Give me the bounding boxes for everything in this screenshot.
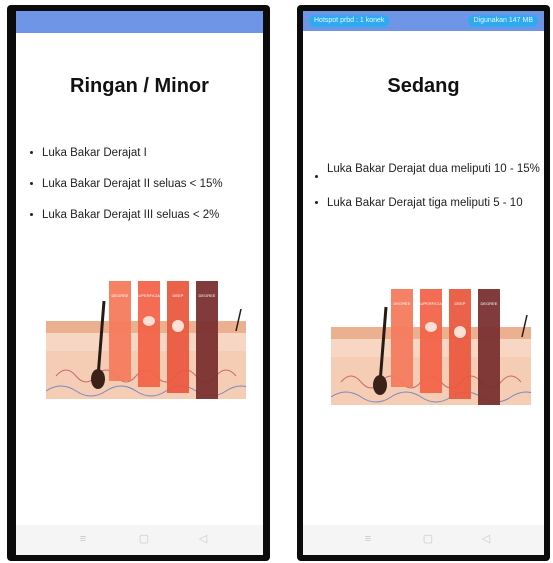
burn-degree-illustration: DEGREE SUPERFICIAL DEEP DEGREE [331,289,531,405]
navigation-bar: ≡ ▢ ◁ [16,525,263,555]
screen-left: Ringan / Minor Luka Bakar Derajat I Luka… [16,11,263,555]
back-icon[interactable]: ◁ [479,532,493,546]
svg-text:SUPERFICIAL: SUPERFICIAL [136,293,163,298]
list-item: Luka Bakar Derajat II seluas < 15% [30,177,255,191]
slide-title: Sedang [387,75,460,97]
bullet-icon [315,175,318,178]
menu-icon[interactable]: ≡ [361,532,375,546]
list-item: Luka Bakar Derajat III seluas < 2% [30,208,255,222]
svg-text:DEGREE: DEGREE [481,301,498,306]
svg-text:DEEP: DEEP [455,301,466,306]
bullet-icon [30,151,33,154]
bullet-list: Luka Bakar Derajat I Luka Bakar Derajat … [30,146,255,222]
status-bar [16,11,263,33]
phone-right: Hotspot prbd : 1 konek Digunakan 147 MB … [297,5,550,561]
svg-text:DEGREE: DEGREE [394,301,411,306]
phone-left: Ringan / Minor Luka Bakar Derajat I Luka… [7,5,270,561]
hotspot-status: Hotspot prbd : 1 konek [309,15,390,27]
bullet-icon [30,213,33,216]
svg-text:DEGREE: DEGREE [199,293,216,298]
navigation-bar: ≡ ▢ ◁ [303,525,544,555]
list-item: Luka Bakar Derajat tiga meliputi 5 - 10 [315,196,540,210]
bullet-list: Luka Bakar Derajat dua meliputi 10 - 15%… [315,162,540,210]
burn-degree-illustration: DEGREE SUPERFICIAL DEEP DEGREE [46,281,246,399]
bullet-icon [30,182,33,185]
menu-icon[interactable]: ≡ [76,532,90,546]
svg-text:DEEP: DEEP [173,293,184,298]
svg-text:SUPERFICIAL: SUPERFICIAL [418,301,445,306]
home-icon[interactable]: ▢ [421,532,435,546]
screen-right: Hotspot prbd : 1 konek Digunakan 147 MB … [303,11,544,555]
list-item: Luka Bakar Derajat I [30,146,255,160]
slide-title: Ringan / Minor [70,75,209,97]
status-bar: Hotspot prbd : 1 konek Digunakan 147 MB [303,11,544,31]
bullet-icon [315,201,318,204]
back-icon[interactable]: ◁ [196,532,210,546]
svg-text:DEGREE: DEGREE [112,293,129,298]
home-icon[interactable]: ▢ [137,532,151,546]
data-usage-status: Digunakan 147 MB [468,15,538,27]
list-item: Luka Bakar Derajat dua meliputi 10 - 15% [315,162,540,178]
